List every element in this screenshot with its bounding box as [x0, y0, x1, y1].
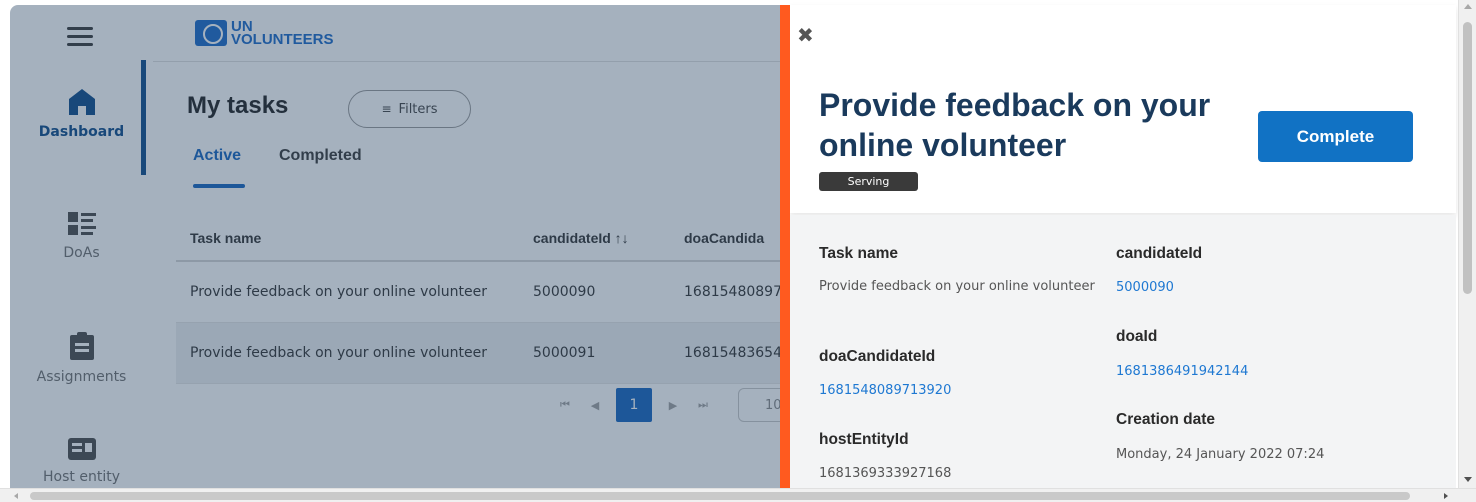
scroll-down-icon[interactable] [1464, 477, 1472, 482]
horizontal-scrollbar[interactable] [0, 488, 1476, 502]
close-icon[interactable]: ✖ [797, 25, 814, 45]
field-label-task-name: Task name [819, 245, 898, 262]
field-label-host-entity-id: hostEntityId [819, 431, 909, 448]
vertical-scroll-thumb[interactable] [1463, 22, 1472, 294]
scroll-left-icon[interactable] [14, 493, 18, 499]
field-value-creation-date: Monday, 24 January 2022 07:24 [1116, 447, 1325, 462]
modal-backdrop[interactable] [10, 5, 780, 488]
field-label-creation-date: Creation date [1116, 411, 1216, 428]
vertical-scrollbar[interactable] [1458, 0, 1476, 488]
status-badge: Serving [819, 172, 918, 191]
field-label-candidate-id: candidateId [1116, 245, 1203, 262]
field-value-candidate-id[interactable]: 5000090 [1116, 280, 1174, 295]
panel-header: Provide feedback on your online voluntee… [790, 5, 1456, 213]
scroll-right-icon[interactable] [1444, 493, 1448, 499]
panel-title: Provide feedback on your online voluntee… [819, 87, 1211, 163]
panel-body: Task name Provide feedback on your onlin… [790, 215, 1456, 488]
field-label-doa-candidate-id: doaCandidateId [819, 348, 936, 365]
field-value-task-name: Provide feedback on your online voluntee… [819, 279, 1095, 294]
field-value-host-entity-id: 1681369333927168 [819, 466, 952, 481]
scroll-up-icon[interactable] [1464, 4, 1472, 9]
complete-button[interactable]: Complete [1258, 111, 1413, 162]
panel-accent-bar [780, 5, 790, 488]
field-label-doa-id: doaId [1116, 328, 1158, 345]
browser-viewport: Dashboard DoAs Assignments Host entity U… [0, 0, 1476, 502]
horizontal-scroll-thumb[interactable] [30, 492, 1410, 500]
field-value-doa-candidate-id[interactable]: 1681548089713920 [819, 383, 951, 398]
field-value-doa-id[interactable]: 1681386491942144 [1116, 364, 1248, 379]
task-detail-panel: Provide feedback on your online voluntee… [780, 5, 1456, 488]
